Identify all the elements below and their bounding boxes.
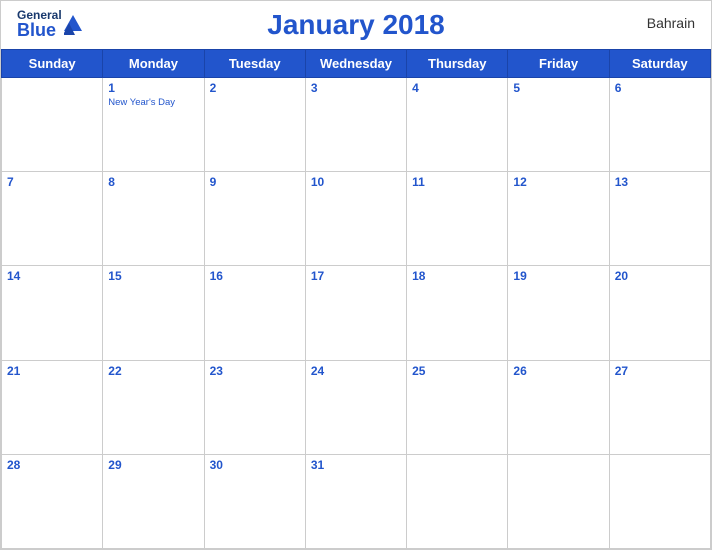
day-number: 15 [108, 269, 198, 283]
calendar-week-5: 28 29 30 31 [2, 454, 711, 548]
calendar-cell: 24 [305, 360, 406, 454]
calendar-container: General Blue January 2018 Bahrain Sunday… [0, 0, 712, 550]
calendar-cell: 25 [407, 360, 508, 454]
calendar-cell [609, 454, 710, 548]
calendar-cell: 10 [305, 172, 406, 266]
weekday-header-sunday: Sunday [2, 50, 103, 78]
logo-mountain-icon [64, 13, 82, 35]
day-number: 17 [311, 269, 401, 283]
calendar-week-3: 14 15 16 17 18 19 20 [2, 266, 711, 360]
day-number: 3 [311, 81, 401, 95]
calendar-cell: 2 [204, 78, 305, 172]
day-number: 4 [412, 81, 502, 95]
day-number: 24 [311, 364, 401, 378]
day-number: 9 [210, 175, 300, 189]
logo-blue: Blue [17, 21, 62, 39]
calendar-cell: 7 [2, 172, 103, 266]
weekday-header-saturday: Saturday [609, 50, 710, 78]
calendar-header: General Blue January 2018 Bahrain [1, 1, 711, 49]
day-number: 25 [412, 364, 502, 378]
calendar-cell [407, 454, 508, 548]
calendar-cell: 3 [305, 78, 406, 172]
calendar-cell: 1 New Year's Day [103, 78, 204, 172]
calendar-cell: 30 [204, 454, 305, 548]
calendar-cell: 28 [2, 454, 103, 548]
calendar-cell: 23 [204, 360, 305, 454]
weekday-header-wednesday: Wednesday [305, 50, 406, 78]
calendar-cell: 4 [407, 78, 508, 172]
calendar-header-row: SundayMondayTuesdayWednesdayThursdayFrid… [2, 50, 711, 78]
day-number: 2 [210, 81, 300, 95]
day-number: 30 [210, 458, 300, 472]
calendar-cell: 8 [103, 172, 204, 266]
calendar-cell: 12 [508, 172, 609, 266]
day-number: 5 [513, 81, 603, 95]
calendar-cell: 21 [2, 360, 103, 454]
day-number: 7 [7, 175, 97, 189]
calendar-cell: 26 [508, 360, 609, 454]
calendar-cell: 6 [609, 78, 710, 172]
calendar-cell: 15 [103, 266, 204, 360]
day-number: 14 [7, 269, 97, 283]
day-number: 10 [311, 175, 401, 189]
calendar-cell: 31 [305, 454, 406, 548]
day-number: 19 [513, 269, 603, 283]
calendar-cell: 14 [2, 266, 103, 360]
day-number: 21 [7, 364, 97, 378]
day-number: 12 [513, 175, 603, 189]
day-number: 27 [615, 364, 705, 378]
day-number: 31 [311, 458, 401, 472]
calendar-cell [2, 78, 103, 172]
calendar-cell: 11 [407, 172, 508, 266]
calendar-cell: 27 [609, 360, 710, 454]
calendar-cell: 17 [305, 266, 406, 360]
calendar-cell [508, 454, 609, 548]
day-number: 13 [615, 175, 705, 189]
day-number: 16 [210, 269, 300, 283]
day-number: 18 [412, 269, 502, 283]
day-number: 22 [108, 364, 198, 378]
calendar-cell: 19 [508, 266, 609, 360]
weekday-header-friday: Friday [508, 50, 609, 78]
calendar-cell: 13 [609, 172, 710, 266]
calendar-body: 1New Year's Day2345678910111213141516171… [2, 78, 711, 549]
holiday-label: New Year's Day [108, 97, 198, 108]
day-number: 8 [108, 175, 198, 189]
calendar-cell: 5 [508, 78, 609, 172]
day-number: 20 [615, 269, 705, 283]
calendar-cell: 9 [204, 172, 305, 266]
day-number: 23 [210, 364, 300, 378]
day-number: 1 [108, 81, 198, 95]
weekday-header-monday: Monday [103, 50, 204, 78]
calendar-week-2: 789 10 11 12 13 [2, 172, 711, 266]
weekday-header-tuesday: Tuesday [204, 50, 305, 78]
weekday-header-thursday: Thursday [407, 50, 508, 78]
calendar-cell: 16 [204, 266, 305, 360]
calendar-week-4: 21 22 23 24 25 26 27 [2, 360, 711, 454]
month-title: January 2018 [267, 9, 444, 41]
day-number: 28 [7, 458, 97, 472]
day-number: 11 [412, 175, 502, 189]
calendar-cell: 20 [609, 266, 710, 360]
calendar-cell: 22 [103, 360, 204, 454]
day-number: 26 [513, 364, 603, 378]
calendar-week-1: 1 New Year's Day 23456 [2, 78, 711, 172]
calendar-cell: 18 [407, 266, 508, 360]
country-label: Bahrain [647, 15, 695, 31]
calendar-table: SundayMondayTuesdayWednesdayThursdayFrid… [1, 49, 711, 549]
logo: General Blue [17, 9, 82, 39]
day-number: 6 [615, 81, 705, 95]
calendar-cell: 29 [103, 454, 204, 548]
day-number: 29 [108, 458, 198, 472]
